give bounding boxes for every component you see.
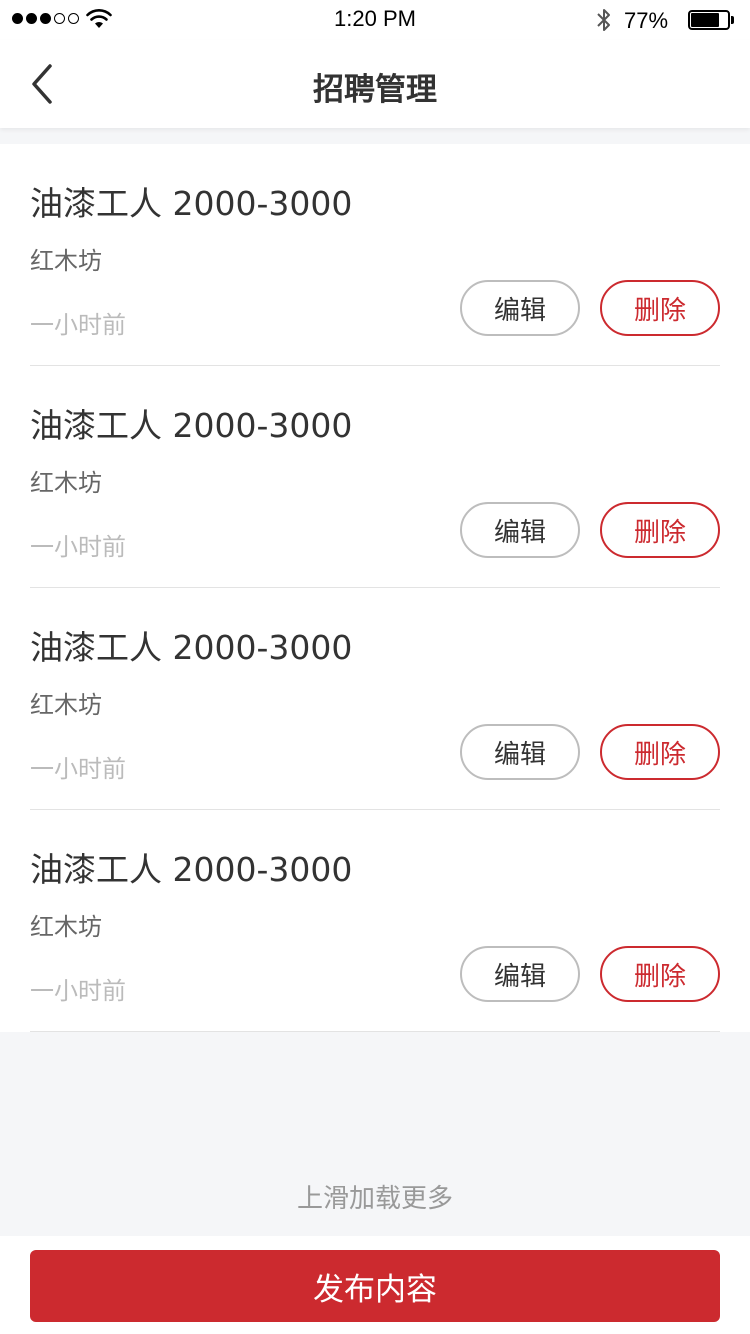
- post-time: 一小时前: [30, 311, 126, 339]
- battery-level-fill: [691, 13, 719, 27]
- job-title: 油漆工人 2000-3000: [30, 406, 353, 445]
- company-name: 红木坊: [30, 469, 102, 497]
- delete-button[interactable]: 删除: [600, 946, 720, 1002]
- job-list-item[interactable]: 油漆工人 2000-3000 红木坊一小时前 编辑 删除: [30, 588, 720, 810]
- delete-button[interactable]: 删除: [600, 724, 720, 780]
- post-time: 一小时前: [30, 755, 126, 783]
- edit-button[interactable]: 编辑: [460, 502, 580, 558]
- battery-percent: 77%: [624, 8, 669, 33]
- job-list-item[interactable]: 油漆工人 2000-3000 红木坊一小时前 编辑 删除: [30, 144, 720, 366]
- job-list-item[interactable]: 油漆工人 2000-3000 红木坊一小时前 编辑 删除: [30, 810, 720, 1032]
- battery-icon: [688, 10, 734, 30]
- edit-button[interactable]: 编辑: [460, 280, 580, 336]
- bottom-bar: 发布内容: [0, 1236, 750, 1334]
- job-title: 油漆工人 2000-3000: [30, 628, 353, 667]
- job-list-item[interactable]: 油漆工人 2000-3000 红木坊一小时前 编辑 删除: [30, 366, 720, 588]
- company-name: 红木坊: [30, 247, 102, 275]
- status-bar: 1:20 PM 77%: [0, 0, 750, 40]
- company-name: 红木坊: [30, 913, 102, 941]
- post-time: 一小时前: [30, 977, 126, 1005]
- job-title: 油漆工人 2000-3000: [30, 184, 353, 223]
- post-time: 一小时前: [30, 533, 126, 561]
- company-name: 红木坊: [30, 691, 102, 719]
- page-title: 招聘管理: [313, 72, 437, 108]
- load-more-hint: 上滑加载更多: [296, 1184, 453, 1214]
- navigation-bar: 招聘管理: [0, 40, 750, 128]
- delete-button[interactable]: 删除: [600, 502, 720, 558]
- job-title: 油漆工人 2000-3000: [30, 850, 353, 889]
- bluetooth-icon: [594, 6, 614, 38]
- job-list: 油漆工人 2000-3000 红木坊 一小时前 编辑 删除 油漆工人 2000-3000 红…: [0, 144, 750, 1032]
- delete-button[interactable]: 删除: [600, 280, 720, 336]
- edit-button[interactable]: 编辑: [460, 946, 580, 1002]
- publish-button[interactable]: 发布内容: [30, 1250, 720, 1322]
- edit-button[interactable]: 编辑: [460, 724, 580, 780]
